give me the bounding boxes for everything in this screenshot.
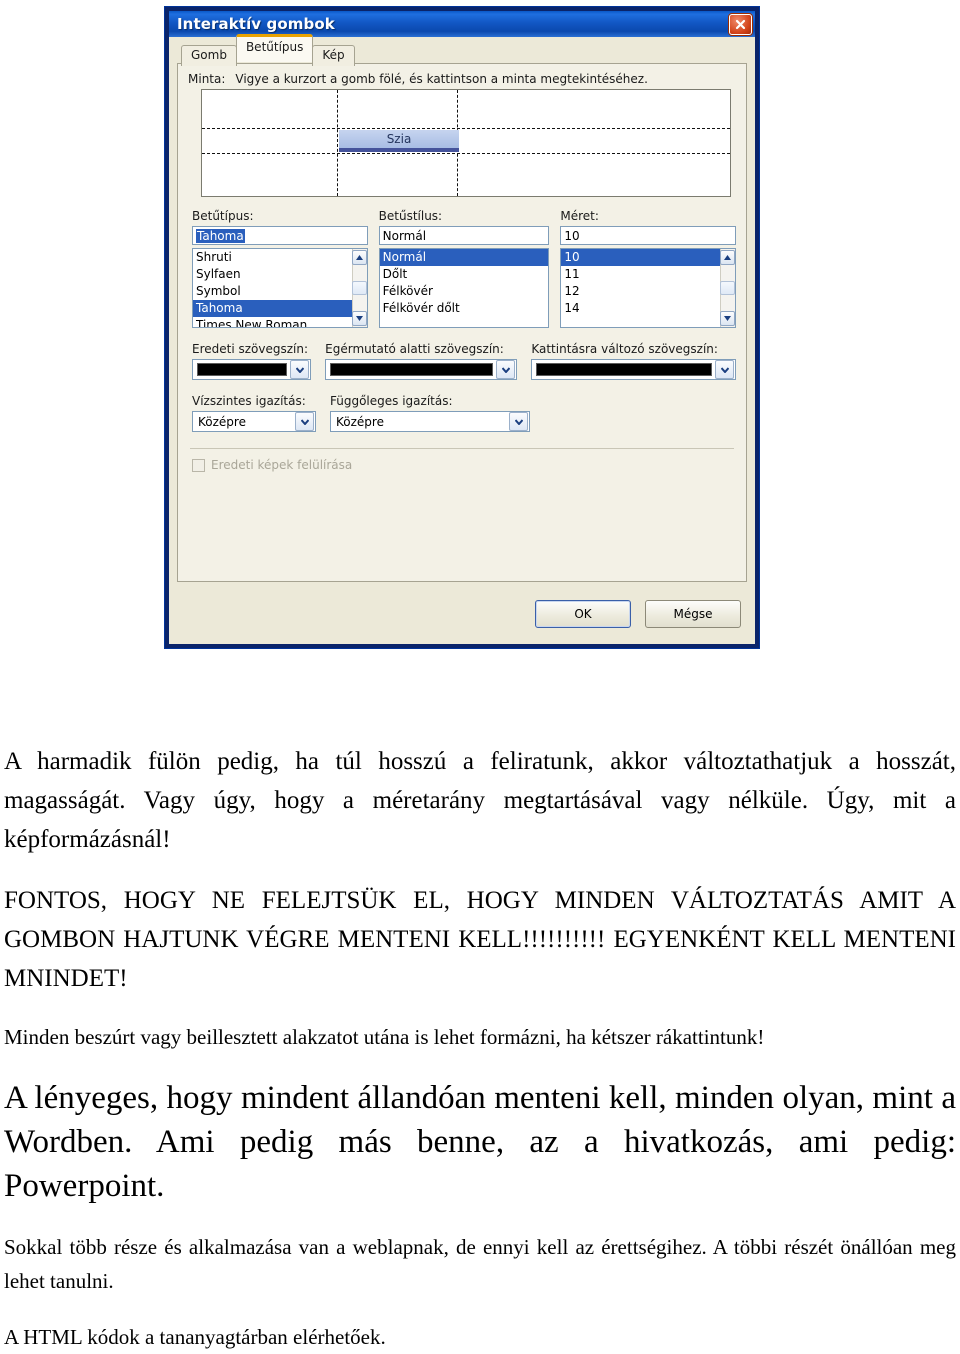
list-item[interactable]: Shruti <box>193 249 352 266</box>
scroll-up-icon[interactable] <box>352 250 367 265</box>
scroll-down-icon[interactable] <box>720 311 735 326</box>
font-size-list-items: 10 11 12 14 <box>561 249 720 327</box>
font-style-input[interactable]: Normál <box>378 226 550 245</box>
tab-strip: Gomb Betűtípus Kép <box>181 34 747 66</box>
dialog-body: Gomb Betűtípus Kép Minta: Vigye a kurzor… <box>169 34 755 644</box>
vertical-alignment-combo[interactable]: Középre <box>330 411 530 432</box>
tab-kep[interactable]: Kép <box>312 45 355 66</box>
hover-text-color: Egérmutató alatti szövegszín: <box>325 342 518 380</box>
list-item[interactable]: Times New Roman <box>193 317 352 327</box>
list-item[interactable]: Sylfaen <box>193 266 352 283</box>
list-item[interactable]: Félkövér <box>380 283 549 300</box>
paragraph: A HTML kódok a tananyagtárban elérhetőek… <box>4 1325 386 1349</box>
interactive-buttons-dialog: Interaktív gombok Gomb Betűtípus Kép Min… <box>164 6 760 649</box>
pressed-text-color-combo[interactable] <box>531 359 736 380</box>
close-icon[interactable] <box>729 13 752 35</box>
chevron-down-icon[interactable] <box>290 360 310 379</box>
sample-row: Minta: Vigye a kurzort a gomb fölé, és k… <box>188 72 736 86</box>
original-text-color: Eredeti szövegszín: <box>192 342 312 380</box>
font-family-list[interactable]: Shruti Sylfaen Symbol Tahoma Times New R… <box>192 248 368 328</box>
overwrite-images-label: Eredeti képek felülírása <box>211 458 353 472</box>
font-style-picker: Betűstílus: Normál Normál Dőlt Félkövér … <box>378 209 550 328</box>
chevron-down-icon[interactable] <box>509 412 528 431</box>
font-size-value: 10 <box>564 229 580 243</box>
horizontal-alignment-value: Középre <box>198 414 246 429</box>
list-item[interactable]: 10 <box>561 249 720 266</box>
list-item[interactable]: Dőlt <box>380 266 549 283</box>
list-item[interactable]: Symbol <box>193 283 352 300</box>
button-preview[interactable]: Szia <box>201 89 731 197</box>
window-title: Interaktív gombok <box>177 15 335 33</box>
ok-button[interactable]: OK <box>535 600 631 628</box>
vertical-alignment: Függőleges igazítás: Középre <box>330 394 530 432</box>
hover-text-color-combo[interactable] <box>325 359 518 380</box>
font-family-scrollbar[interactable] <box>351 249 367 327</box>
pressed-text-color: Kattintásra változó szövegszín: <box>531 342 736 380</box>
horizontal-alignment-combo[interactable]: Középre <box>192 411 316 432</box>
list-item[interactable]: Normál <box>379 249 549 266</box>
font-size-label: Méret: <box>560 209 599 223</box>
font-size-list[interactable]: 10 11 12 14 <box>560 248 736 328</box>
overwrite-images-checkbox[interactable] <box>192 458 205 472</box>
list-item[interactable]: Tahoma <box>193 300 352 317</box>
preview-guide-horizontal-top <box>202 128 730 129</box>
color-swatch <box>536 363 712 376</box>
dialog-footer: OK Mégse <box>169 584 755 644</box>
chevron-down-icon[interactable] <box>295 412 314 431</box>
list-item[interactable]: 12 <box>561 283 720 300</box>
paragraph: Sokkal több része és alkalmazása van a w… <box>4 1235 956 1293</box>
tab-gomb[interactable]: Gomb <box>181 45 237 66</box>
vertical-alignment-value: Középre <box>336 414 384 429</box>
font-style-value: Normál <box>382 229 427 243</box>
pressed-text-color-label: Kattintásra változó szövegszín: <box>531 342 718 356</box>
font-size-input[interactable]: 10 <box>560 226 736 245</box>
vertical-alignment-label: Függőleges igazítás: <box>330 394 453 408</box>
list-item[interactable]: 14 <box>561 300 720 317</box>
window-frame: Interaktív gombok Gomb Betűtípus Kép Min… <box>168 10 756 645</box>
scroll-thumb[interactable] <box>352 281 367 295</box>
font-family-label: Betűtípus: <box>192 209 254 223</box>
color-swatch <box>330 363 494 376</box>
overwrite-images-row[interactable]: Eredeti képek felülírása <box>188 458 736 472</box>
preview-guide-vertical-left <box>337 90 338 196</box>
font-pickers: Betűtípus: Tahoma Shruti Sylfaen Symbol … <box>188 209 736 328</box>
text-color-row: Eredeti szövegszín: Egérmutató alatti sz… <box>188 342 736 380</box>
paragraph: Minden beszúrt vagy beillesztett alakzat… <box>4 1025 765 1049</box>
paragraph: A lényeges, hogy mindent állandóan mente… <box>4 1080 956 1204</box>
font-family-value: Tahoma <box>196 229 245 243</box>
font-family-input[interactable]: Tahoma <box>192 226 368 245</box>
horizontal-alignment: Vízszintes igazítás: Középre <box>192 394 316 432</box>
font-size-scrollbar[interactable] <box>719 249 735 327</box>
sample-hint: Vigye a kurzort a gomb fölé, és kattints… <box>235 72 648 86</box>
cancel-button[interactable]: Mégse <box>645 600 741 628</box>
hover-text-color-label: Egérmutató alatti szövegszín: <box>325 342 504 356</box>
chevron-down-icon[interactable] <box>496 360 516 379</box>
font-size-picker: Méret: 10 10 11 12 14 <box>560 209 736 328</box>
horizontal-alignment-label: Vízszintes igazítás: <box>192 394 306 408</box>
font-style-list-items: Normál Dőlt Félkövér Félkövér dőlt <box>379 249 549 327</box>
list-item[interactable]: Félkövér dőlt <box>380 300 549 317</box>
font-style-label: Betűstílus: <box>378 209 443 223</box>
scroll-down-icon[interactable] <box>352 311 367 326</box>
original-text-color-combo[interactable] <box>192 359 312 380</box>
font-family-list-items: Shruti Sylfaen Symbol Tahoma Times New R… <box>193 249 352 327</box>
font-family-picker: Betűtípus: Tahoma Shruti Sylfaen Symbol … <box>192 209 368 328</box>
preview-button[interactable]: Szia <box>339 130 459 152</box>
color-swatch <box>197 363 288 376</box>
document-text: A harmadik fülön pedig, ha túl hosszú a … <box>0 742 960 1354</box>
alignment-row: Vízszintes igazítás: Középre Függőleges … <box>188 394 736 432</box>
tab-betutipus[interactable]: Betűtípus <box>235 34 314 62</box>
scroll-thumb[interactable] <box>720 281 735 295</box>
scroll-up-icon[interactable] <box>720 250 735 265</box>
paragraph: FONTOS, HOGY NE FELEJTSÜK EL, HOGY MINDE… <box>4 887 956 992</box>
sample-label: Minta: <box>188 72 226 86</box>
chevron-down-icon[interactable] <box>715 360 734 379</box>
section-divider <box>190 448 734 449</box>
font-tab-panel: Minta: Vigye a kurzort a gomb fölé, és k… <box>177 63 747 582</box>
font-style-list[interactable]: Normál Dőlt Félkövér Félkövér dőlt <box>378 248 550 328</box>
preview-guide-horizontal-bottom <box>202 153 730 154</box>
original-text-color-label: Eredeti szövegszín: <box>192 342 309 356</box>
list-item[interactable]: 11 <box>561 266 720 283</box>
paragraph: A harmadik fülön pedig, ha túl hosszú a … <box>4 748 956 853</box>
